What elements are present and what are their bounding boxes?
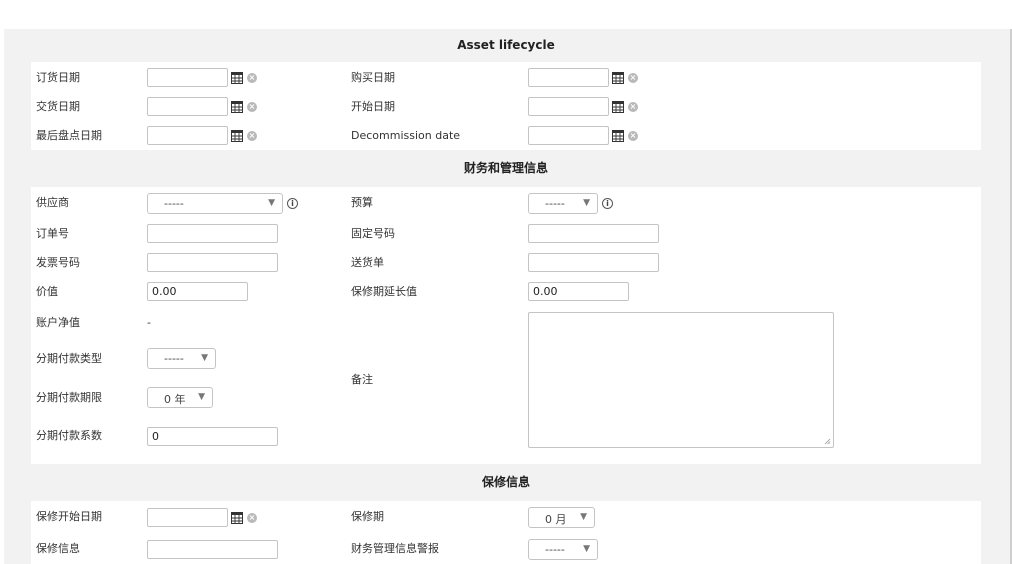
resize-grip-icon[interactable]	[824, 438, 831, 445]
comments-textarea[interactable]	[528, 312, 834, 448]
amortization-duration-select[interactable]: 0 年 ▼	[147, 387, 213, 408]
amortization-type-label: 分期付款类型	[36, 352, 102, 365]
clear-icon[interactable]: ×	[628, 131, 638, 141]
order-number-label: 订单号	[36, 227, 69, 240]
clear-icon[interactable]: ×	[247, 131, 257, 141]
budget-select[interactable]: ----- ▼	[528, 193, 598, 214]
invoice-number-label: 发票号码	[36, 256, 80, 269]
value-label: 价值	[36, 285, 58, 298]
invoice-number-input[interactable]	[147, 253, 278, 272]
chevron-down-icon: ▼	[268, 198, 275, 208]
calendar-icon[interactable]	[231, 511, 243, 524]
last-inventory-date-input[interactable]	[147, 126, 228, 145]
order-date-input[interactable]	[147, 68, 228, 87]
comments-label: 备注	[351, 373, 373, 386]
warranty-extension-value-input[interactable]	[528, 282, 629, 301]
purchase-date-input[interactable]	[528, 68, 609, 87]
clear-icon[interactable]: ×	[628, 102, 638, 112]
info-icon[interactable]: i	[602, 198, 613, 209]
warranty-info-label: 保修信息	[36, 542, 80, 555]
calendar-icon[interactable]	[231, 100, 243, 113]
warranty-start-date-label: 保修开始日期	[36, 510, 102, 523]
net-book-value-label: 账户净值	[36, 316, 80, 329]
budget-select-value: -----	[545, 197, 565, 210]
delivery-note-label: 送货单	[351, 256, 384, 269]
amortization-duration-value: 0 年	[164, 393, 186, 406]
calendar-icon[interactable]	[231, 129, 243, 142]
warranty-duration-value: 0 月	[545, 513, 567, 526]
amortization-coeff-label: 分期付款系数	[36, 429, 102, 442]
amortization-type-value: -----	[164, 352, 184, 365]
warranty-extension-value-label: 保修期延长值	[351, 285, 417, 298]
calendar-icon[interactable]	[612, 100, 624, 113]
last-inventory-date-label: 最后盘点日期	[36, 129, 102, 142]
warranty-duration-label: 保修期	[351, 510, 384, 523]
calendar-icon[interactable]	[612, 129, 624, 142]
warranty-duration-select[interactable]: 0 月 ▼	[528, 507, 595, 528]
alarm-select-value: -----	[545, 543, 565, 556]
delivery-date-input[interactable]	[147, 97, 228, 116]
calendar-icon[interactable]	[612, 71, 624, 84]
section-header-lifecycle: Asset lifecycle	[31, 29, 981, 62]
start-date-label: 开始日期	[351, 100, 395, 113]
supplier-select[interactable]: ----- ▼	[147, 193, 283, 214]
order-date-label: 订货日期	[36, 71, 80, 84]
decommission-date-input[interactable]	[528, 126, 609, 145]
start-date-input[interactable]	[528, 97, 609, 116]
amortization-coeff-input[interactable]	[147, 427, 278, 446]
supplier-label: 供应商	[36, 196, 69, 209]
value-input[interactable]	[147, 282, 248, 301]
budget-label: 预算	[351, 196, 373, 209]
clear-icon[interactable]: ×	[247, 73, 257, 83]
supplier-select-value: -----	[164, 197, 184, 210]
net-book-value: -	[147, 316, 151, 329]
clear-icon[interactable]: ×	[247, 513, 257, 523]
clear-icon[interactable]: ×	[247, 102, 257, 112]
order-number-input[interactable]	[147, 224, 278, 243]
amortization-type-select[interactable]: ----- ▼	[147, 348, 216, 369]
chevron-down-icon: ▼	[583, 198, 590, 208]
section-header-financial: 财务和管理信息	[31, 150, 981, 187]
chevron-down-icon: ▼	[583, 544, 590, 554]
chevron-down-icon: ▼	[198, 392, 205, 402]
delivery-note-input[interactable]	[528, 253, 659, 272]
immobilization-number-input[interactable]	[528, 224, 659, 243]
delivery-date-label: 交货日期	[36, 100, 80, 113]
amortization-duration-label: 分期付款期限	[36, 391, 102, 404]
immobilization-number-label: 固定号码	[351, 227, 395, 240]
section-header-warranty: 保修信息	[31, 464, 981, 501]
calendar-icon[interactable]	[231, 71, 243, 84]
clear-icon[interactable]: ×	[628, 73, 638, 83]
info-icon[interactable]: i	[287, 198, 298, 209]
warranty-start-date-input[interactable]	[147, 508, 228, 527]
decommission-date-label: Decommission date	[351, 129, 461, 142]
warranty-info-input[interactable]	[147, 540, 278, 559]
chevron-down-icon: ▼	[201, 353, 208, 363]
alarm-select[interactable]: ----- ▼	[528, 539, 598, 560]
purchase-date-label: 购买日期	[351, 71, 395, 84]
alarm-label: 财务管理信息警报	[351, 542, 439, 555]
chevron-down-icon: ▼	[580, 512, 587, 522]
